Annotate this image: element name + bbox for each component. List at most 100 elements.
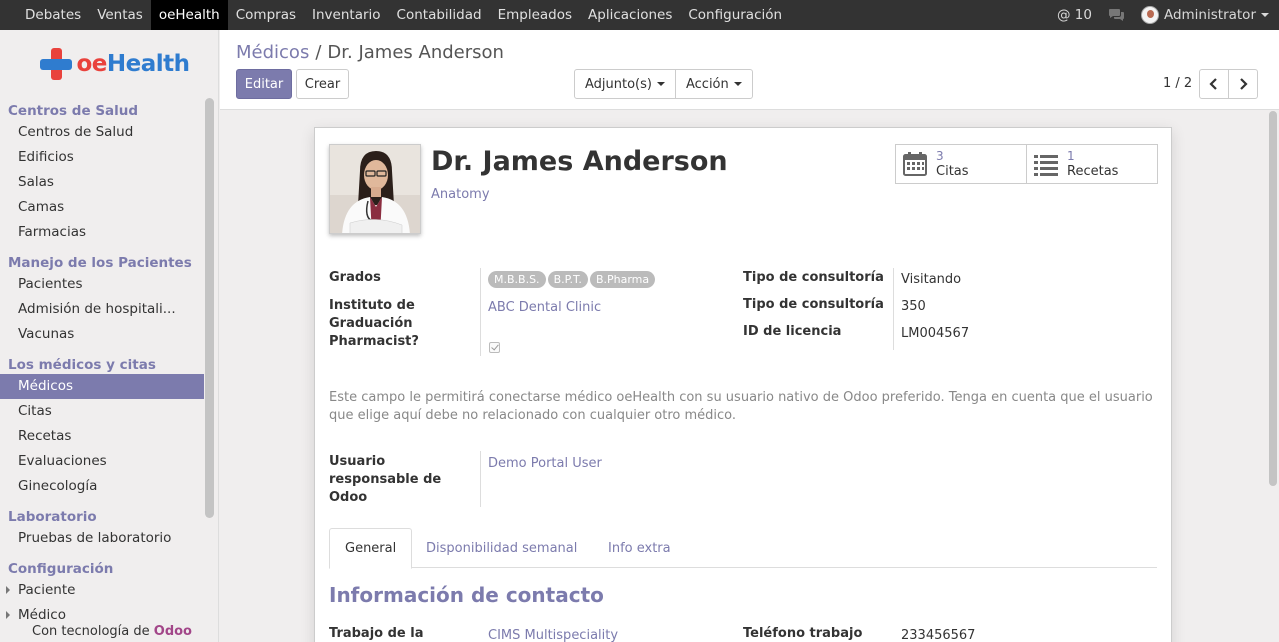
chevron-down-icon bbox=[1261, 13, 1269, 17]
menu-empleados[interactable]: Empleados bbox=[490, 0, 580, 30]
degree-tag[interactable]: B.P.T. bbox=[547, 271, 588, 288]
sidebar-item-camas[interactable]: Camas bbox=[0, 195, 218, 220]
form-view: Dr. James Anderson Anatomy 3 Citas 1 Recet… bbox=[220, 111, 1279, 642]
expand-arrow-icon bbox=[6, 586, 10, 594]
chat-icon[interactable] bbox=[1100, 0, 1133, 30]
consultancy-type-label: Tipo de consultoría bbox=[743, 270, 884, 285]
logo-text-health: Health bbox=[106, 51, 190, 77]
appointments-smart-button[interactable]: 3 Citas bbox=[895, 144, 1027, 184]
sidebar-item-centros-de-salud[interactable]: Centros de Salud bbox=[0, 120, 218, 145]
sidebar-item-salas[interactable]: Salas bbox=[0, 170, 218, 195]
consultancy-fee-value[interactable]: 350 bbox=[901, 299, 926, 314]
sidebar-item-config-paciente[interactable]: Paciente bbox=[0, 578, 218, 603]
powered-by-footer: Con tecnología de Odoo bbox=[0, 622, 218, 642]
section-configuracion: Configuración bbox=[8, 561, 114, 577]
content-scrollbar[interactable] bbox=[1269, 111, 1277, 486]
help-note: Este campo le permitirá conectarse médic… bbox=[329, 390, 1153, 423]
degree-tag[interactable]: M.B.B.S. bbox=[488, 271, 546, 288]
pager-next-button[interactable] bbox=[1228, 70, 1257, 98]
calendar-icon bbox=[903, 152, 927, 176]
menu-oehealth[interactable]: oeHealth bbox=[150, 0, 228, 30]
form-sheet: Dr. James Anderson Anatomy 3 Citas 1 Recet… bbox=[314, 127, 1172, 642]
sidebar-scrollbar[interactable] bbox=[205, 98, 214, 518]
section-laboratorio: Laboratorio bbox=[8, 509, 97, 525]
breadcrumb-current: Dr. James Anderson bbox=[327, 42, 504, 63]
sidebar-item-label: Paciente bbox=[18, 582, 76, 598]
degrees-tags[interactable]: M.B.B.S. B.P.T. B.Pharma bbox=[488, 271, 657, 288]
doctor-photo[interactable] bbox=[329, 144, 421, 234]
field-separator bbox=[480, 268, 481, 356]
chevron-right-icon bbox=[1240, 78, 1248, 90]
workplace-label: Trabajo de la bbox=[329, 626, 424, 641]
attachments-label: Adjunto(s) bbox=[585, 76, 652, 92]
sidebar-item-citas[interactable]: Citas bbox=[0, 399, 218, 424]
doctor-specialty[interactable]: Anatomy bbox=[431, 187, 490, 202]
pager-buttons bbox=[1199, 69, 1258, 99]
pharmacist-checkbox[interactable] bbox=[489, 342, 500, 353]
breadcrumb-separator: / bbox=[315, 42, 322, 63]
menu-aplicaciones[interactable]: Aplicaciones bbox=[580, 0, 680, 30]
oehealth-logo[interactable]: oeHealth bbox=[0, 30, 218, 98]
sidebar-item-edificios[interactable]: Edificios bbox=[0, 145, 218, 170]
logo-text-oe: oe bbox=[76, 51, 107, 77]
consultancy-type-value[interactable]: Visitando bbox=[901, 272, 961, 287]
tab-extra-info[interactable]: Info extra bbox=[593, 528, 686, 568]
menu-inventario[interactable]: Inventario bbox=[304, 0, 389, 30]
action-dropdown[interactable]: Acción bbox=[674, 70, 752, 98]
degree-tag[interactable]: B.Pharma bbox=[589, 271, 656, 288]
menu-debates[interactable]: Debates bbox=[0, 0, 89, 30]
odoo-user-value[interactable]: Demo Portal User bbox=[488, 456, 602, 471]
workplace-value[interactable]: CIMS Multispeciality bbox=[488, 628, 618, 642]
tab-general[interactable]: General bbox=[329, 528, 413, 569]
work-phone-label: Teléfono trabajo bbox=[743, 626, 863, 641]
appointments-count: 3 bbox=[936, 149, 944, 163]
user-menu[interactable]: Administrator bbox=[1133, 0, 1279, 30]
control-panel: Médicos / Dr. James Anderson Editar Crear … bbox=[220, 30, 1279, 110]
pharmacist-label: Pharmacist? bbox=[329, 334, 419, 349]
field-separator bbox=[893, 268, 894, 350]
expand-arrow-icon bbox=[6, 611, 10, 619]
breadcrumb-medicos[interactable]: Médicos bbox=[236, 42, 309, 63]
mentions-counter[interactable]: @ 10 bbox=[1049, 0, 1100, 30]
sidebar-item-evaluaciones[interactable]: Evaluaciones bbox=[0, 449, 218, 474]
sidebar-item-label: Médico bbox=[18, 607, 66, 623]
odoo-link[interactable]: Odoo bbox=[154, 624, 192, 639]
menu-contabilidad[interactable]: Contabilidad bbox=[389, 0, 490, 30]
chevron-down-icon bbox=[733, 82, 742, 86]
list-icon bbox=[1034, 155, 1058, 176]
pager-previous-button[interactable] bbox=[1200, 70, 1228, 98]
tab-weekly-availability[interactable]: Disponibilidad semanal bbox=[411, 528, 592, 568]
work-phone-value[interactable]: 233456567 bbox=[901, 628, 975, 642]
contact-info-heading: Información de contacto bbox=[329, 583, 604, 607]
topbar-right: @ 10 Administrator bbox=[1049, 0, 1279, 30]
create-button[interactable]: Crear bbox=[296, 69, 349, 99]
field-separator bbox=[480, 451, 481, 507]
medical-cross-icon bbox=[38, 46, 74, 82]
attachments-dropdown[interactable]: Adjunto(s) bbox=[575, 70, 675, 98]
odoo-user-label: Usuario responsable de Odoo bbox=[329, 454, 442, 505]
sidebar-item-medicos[interactable]: Médicos bbox=[0, 374, 204, 399]
sidebar-item-ginecologia[interactable]: Ginecología bbox=[0, 474, 218, 499]
notebook-tabs: General Disponibilidad semanal Info extr… bbox=[329, 528, 1157, 569]
footer-text: Con tecnología de bbox=[32, 624, 150, 639]
prescriptions-count: 1 bbox=[1067, 149, 1075, 163]
sidebar-item-pruebas-laboratorio[interactable]: Pruebas de laboratorio bbox=[0, 526, 218, 551]
edit-button[interactable]: Editar bbox=[236, 69, 292, 99]
prescriptions-label: Recetas bbox=[1067, 164, 1119, 179]
menu-configuracion[interactable]: Configuración bbox=[680, 0, 790, 30]
degrees-label: Grados bbox=[329, 270, 381, 285]
chevron-down-icon bbox=[656, 82, 665, 86]
appointments-label: Citas bbox=[936, 164, 969, 179]
sidebar-item-pacientes[interactable]: Pacientes bbox=[0, 272, 218, 297]
menu-ventas[interactable]: Ventas bbox=[89, 0, 151, 30]
sidebar-item-admision[interactable]: Admisión de hospitali... bbox=[0, 297, 218, 322]
prescriptions-smart-button[interactable]: 1 Recetas bbox=[1026, 144, 1158, 184]
institute-value[interactable]: ABC Dental Clinic bbox=[488, 300, 601, 315]
section-centros-de-salud: Centros de Salud bbox=[8, 103, 139, 119]
sidebar-item-recetas[interactable]: Recetas bbox=[0, 424, 218, 449]
license-id-value[interactable]: LM004567 bbox=[901, 326, 969, 341]
sidebar-item-farmacias[interactable]: Farmacias bbox=[0, 220, 218, 245]
sidebar-item-vacunas[interactable]: Vacunas bbox=[0, 322, 218, 347]
menu-compras[interactable]: Compras bbox=[228, 0, 304, 30]
pager-value[interactable]: 1 / 2 bbox=[1163, 76, 1192, 91]
